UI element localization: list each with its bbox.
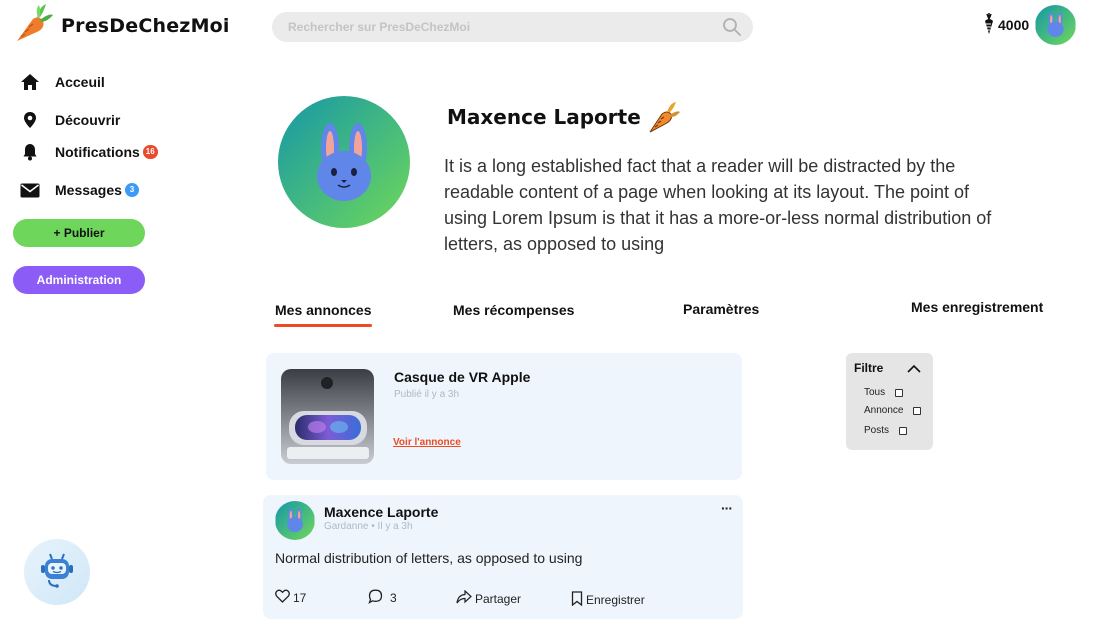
filter-title: Filtre bbox=[854, 361, 884, 375]
sidebar-item-decouvrir[interactable]: Découvrir bbox=[20, 107, 120, 133]
like-count: 17 bbox=[293, 590, 307, 605]
comment-count: 3 bbox=[390, 591, 397, 605]
carrot-badge-icon bbox=[645, 99, 681, 140]
like-button[interactable]: 17 bbox=[275, 589, 306, 606]
tab-parametres[interactable]: Paramètres bbox=[683, 301, 759, 317]
coin-balance: 4000 bbox=[983, 12, 1029, 38]
heart-icon bbox=[275, 589, 290, 606]
sidebar-item-accueil[interactable]: Acceuil bbox=[20, 69, 105, 95]
coin-count: 4000 bbox=[998, 17, 1030, 33]
more-options-icon[interactable]: ··· bbox=[721, 500, 733, 516]
active-tab-indicator bbox=[274, 324, 372, 327]
filter-annonce-checkbox[interactable] bbox=[913, 406, 922, 415]
tab-mes-recompenses[interactable]: Mes récompenses bbox=[453, 302, 574, 318]
sidebar-item-messages[interactable]: Messages 3 bbox=[20, 177, 139, 203]
comment-button[interactable]: 3 bbox=[368, 589, 397, 607]
sidebar-item-label: Messages bbox=[55, 182, 122, 198]
envelope-icon bbox=[20, 183, 42, 198]
save-button[interactable]: Enregistrer bbox=[571, 591, 645, 609]
search-bar bbox=[272, 12, 753, 42]
share-button[interactable]: Partager bbox=[456, 589, 522, 607]
post-text: Normal distribution of letters, as oppos… bbox=[275, 550, 583, 566]
post-author-name[interactable]: Maxence Laporte bbox=[324, 504, 438, 520]
home-icon bbox=[20, 73, 42, 91]
filter-option-annonce: Annonce bbox=[864, 405, 922, 416]
filter-option-posts: Posts bbox=[864, 425, 908, 436]
listing-meta: Publié il y a 3h bbox=[394, 389, 460, 400]
chatbot-button[interactable] bbox=[24, 539, 90, 605]
filter-option-label: Annonce bbox=[864, 405, 904, 416]
search-icon[interactable] bbox=[721, 16, 743, 38]
robot-assistant-icon bbox=[37, 550, 77, 595]
filter-tous-checkbox[interactable] bbox=[895, 388, 904, 397]
comment-bubble-icon bbox=[368, 589, 383, 607]
tab-mes-annonces[interactable]: Mes annonces bbox=[275, 302, 371, 318]
save-label: Enregistrer bbox=[586, 593, 645, 607]
brand-name: PresDeChezMoi bbox=[61, 15, 230, 37]
profile-name: Maxence Laporte bbox=[447, 105, 641, 129]
sidebar-item-label: Acceuil bbox=[55, 74, 105, 90]
filter-posts-checkbox[interactable] bbox=[899, 426, 908, 435]
bookmark-icon bbox=[571, 591, 583, 609]
post-author-avatar[interactable] bbox=[275, 501, 315, 540]
filter-option-tous: Tous bbox=[864, 387, 904, 398]
bell-icon bbox=[20, 143, 42, 161]
tab-mes-enregistrement[interactable]: Mes enregistrement bbox=[911, 299, 1043, 315]
share-label: Partager bbox=[475, 591, 522, 606]
notification-badge: 16 bbox=[142, 145, 158, 159]
carrot-logo-icon bbox=[9, 1, 55, 52]
message-badge: 3 bbox=[124, 183, 139, 197]
listing-title[interactable]: Casque de VR Apple bbox=[394, 369, 530, 385]
sidebar-item-label: Notifications bbox=[55, 144, 140, 160]
brand[interactable]: PresDeChezMoi bbox=[9, 3, 230, 49]
post-meta: Gardanne • Il y a 3h bbox=[324, 521, 413, 532]
share-arrow-icon bbox=[456, 589, 472, 607]
profile-bio: It is a long established fact that a rea… bbox=[444, 156, 992, 254]
location-pin-icon bbox=[20, 111, 42, 129]
listing-image[interactable] bbox=[281, 369, 374, 464]
sidebar-item-notifications[interactable]: Notifications 16 bbox=[20, 139, 158, 165]
chevron-up-icon[interactable] bbox=[905, 361, 923, 375]
view-listing-link[interactable]: Voir l'annonce bbox=[393, 437, 461, 448]
filter-option-label: Tous bbox=[864, 387, 886, 398]
profile-avatar bbox=[278, 96, 410, 228]
sidebar-item-label: Découvrir bbox=[55, 112, 121, 128]
search-input[interactable] bbox=[288, 20, 721, 34]
publish-button[interactable]: + Publier bbox=[13, 219, 145, 247]
carrot-coin-icon bbox=[983, 12, 995, 38]
user-avatar[interactable] bbox=[1035, 5, 1076, 45]
administration-button[interactable]: Administration bbox=[13, 266, 145, 294]
filter-option-label: Posts bbox=[864, 425, 890, 436]
